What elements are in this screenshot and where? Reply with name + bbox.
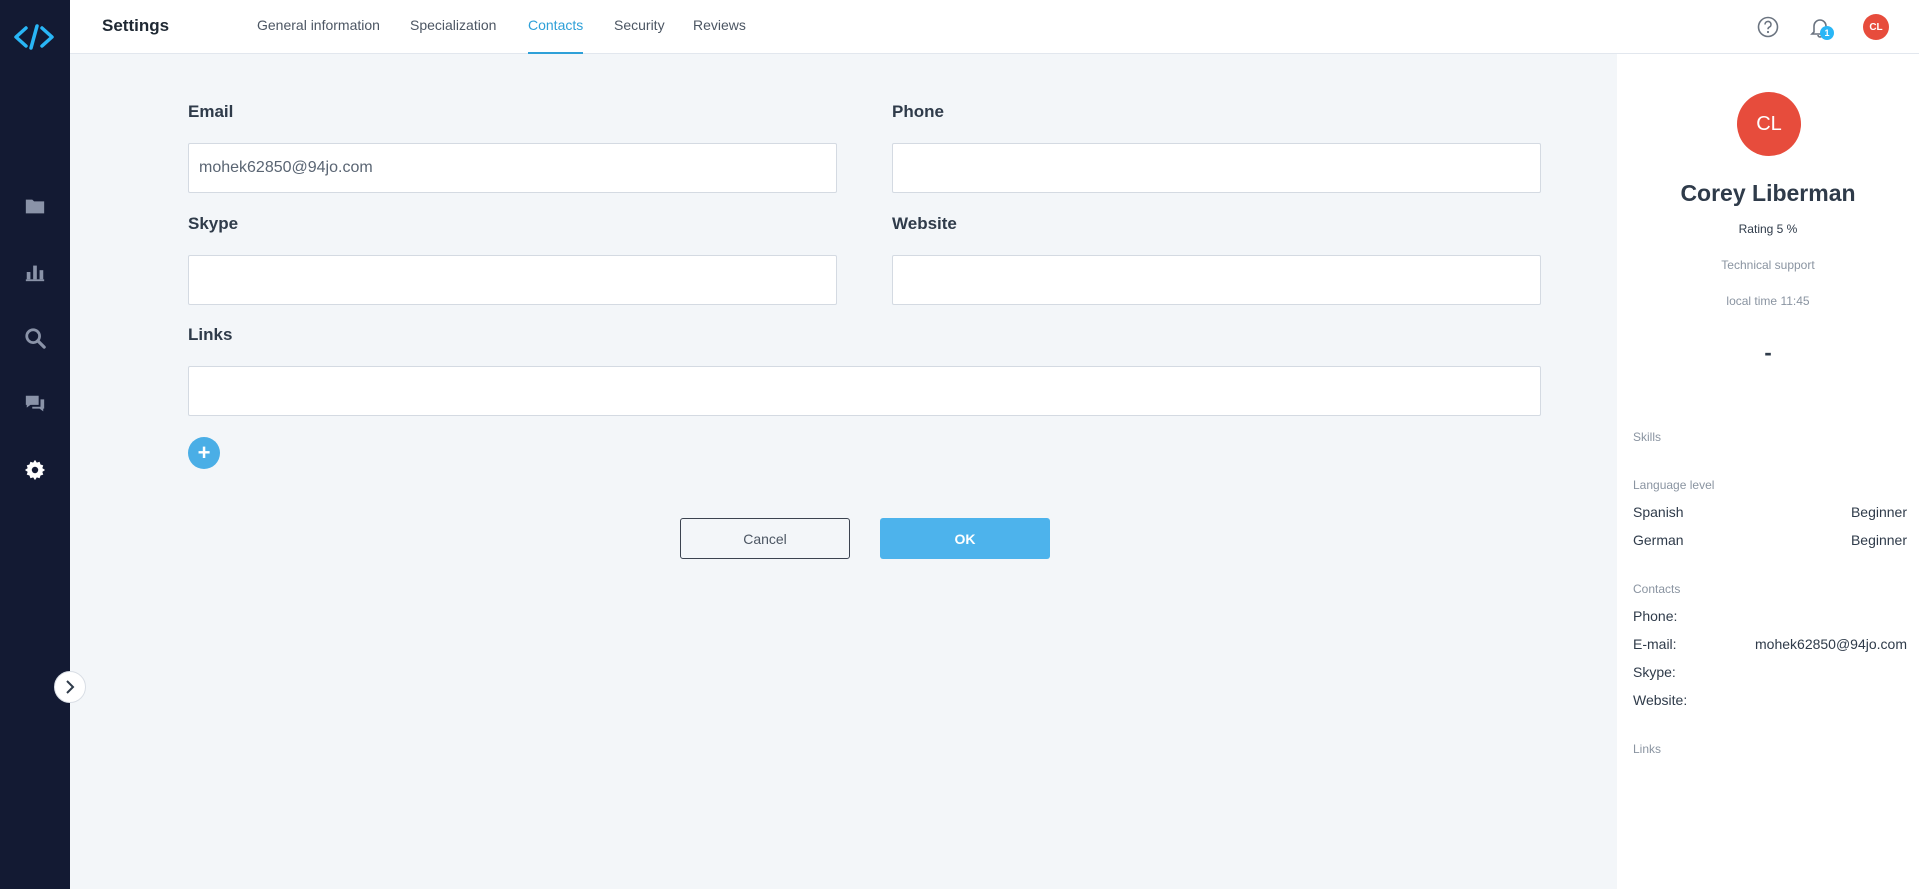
sidebar-item-projects[interactable] [0,184,70,228]
profile-avatar: CL [1737,92,1801,156]
email-field[interactable] [188,143,837,193]
website-label: Website [892,214,957,233]
top-bar: Settings General information Specializat… [70,0,1919,54]
phone-field[interactable] [892,143,1541,193]
sidebar-item-search[interactable] [0,316,70,360]
profile-dash: - [1764,340,1772,365]
email-label: Email [188,102,234,121]
contact-key: Phone: [1633,608,1678,624]
tab-contacts[interactable]: Contacts [528,0,584,54]
contact-row-email: E-mail: mohek62850@94jo.com [1633,636,1907,654]
contact-key: E-mail: [1633,636,1677,652]
language-row: Spanish Beginner [1633,504,1907,522]
add-link-button[interactable]: + [188,437,220,469]
links-section-label: Links [1633,742,1662,756]
language-level: Beginner [1850,532,1907,548]
profile-panel: CL Corey Liberman Rating 5 % Technical s… [1617,54,1919,889]
language-name: German [1633,532,1684,548]
tab-reviews[interactable]: Reviews [693,0,746,54]
contacts-section-label: Contacts [1633,582,1681,596]
tab-security[interactable]: Security [614,0,665,54]
user-avatar[interactable]: CL [1863,14,1889,40]
skype-field[interactable] [188,255,837,305]
contact-row-website: Website: [1633,692,1907,710]
profile-local-time: local time 11:45 [1726,294,1810,308]
help-button[interactable] [1755,14,1781,40]
contact-key: Skype: [1633,664,1676,680]
profile-name: Corey Liberman [1680,180,1856,206]
logo-icon[interactable] [12,22,56,52]
ok-button[interactable]: OK [880,518,1050,559]
language-section-label: Language level [1633,478,1715,492]
chat-icon [25,395,45,412]
folder-icon [25,199,45,214]
sidebar-item-messages[interactable] [0,382,70,426]
cancel-button[interactable]: Cancel [680,518,850,559]
links-label: Links [188,325,233,344]
website-field[interactable] [892,255,1541,305]
sidebar-item-analytics[interactable] [0,250,70,294]
page-title: Settings [102,16,170,35]
notifications-button[interactable]: 1 [1807,14,1834,40]
expand-sidebar-button[interactable] [54,671,86,703]
sidebar-item-settings[interactable] [0,448,70,492]
help-icon [1757,16,1779,38]
chevron-right-icon [66,680,75,694]
profile-role: Technical support [1721,258,1815,272]
tab-general-information[interactable]: General information [257,0,380,54]
phone-label: Phone [892,102,944,121]
search-icon [25,328,46,349]
bar-chart-icon [25,265,45,282]
contact-row-skype: Skype: [1633,664,1907,682]
links-field[interactable] [188,366,1541,416]
notification-badge: 1 [1820,26,1834,40]
tab-specialization[interactable]: Specialization [410,0,496,54]
gear-icon [24,459,46,481]
contact-row-phone: Phone: [1633,608,1907,626]
profile-rating: Rating 5 % [1738,222,1798,236]
contact-key: Website: [1633,692,1688,708]
contact-value: mohek62850@94jo.com [1755,636,1907,652]
left-sidebar [0,0,70,889]
skills-section-label: Skills [1633,430,1662,444]
language-name: Spanish [1633,504,1684,520]
language-row: German Beginner [1633,532,1907,550]
skype-label: Skype [188,214,239,233]
language-level: Beginner [1850,504,1907,520]
